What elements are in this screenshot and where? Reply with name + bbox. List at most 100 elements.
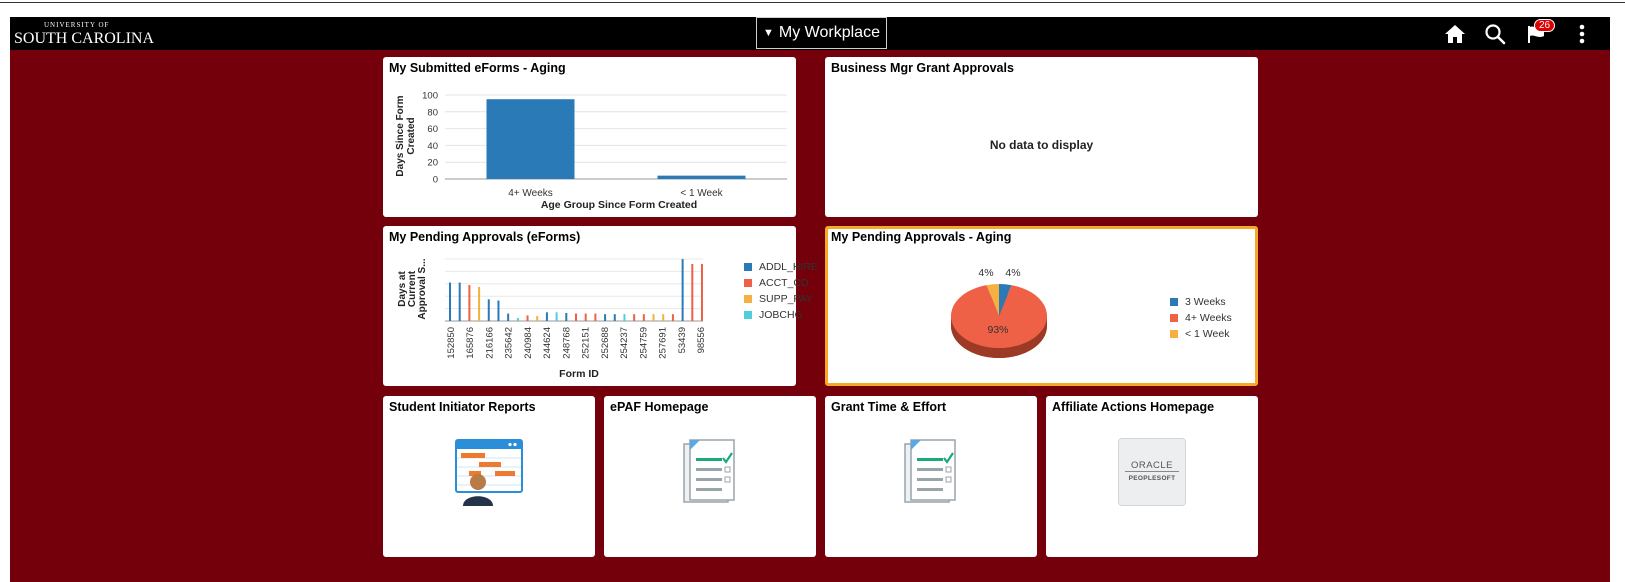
legend-label: < 1 Week [1185,328,1230,340]
tile-title: Grant Time & Effort [831,400,947,414]
bar[interactable] [497,300,500,321]
x-tick-label: 240984 [523,327,534,359]
legend-label: SUPP_PAY [759,293,813,305]
x-tick-label: 254237 [619,327,630,359]
bar[interactable] [526,315,529,321]
x-tick-label: 244624 [542,327,553,359]
y-tick-label: 40 [427,141,438,152]
bar[interactable] [449,282,451,321]
legend-label: 3 Weeks [1185,296,1226,308]
y-tick-label: 80 [427,107,438,118]
tile-title: Student Initiator Reports [389,400,536,414]
y-tick-label: 60 [427,124,438,135]
bar[interactable] [691,263,694,321]
y-tick-label: 0 [433,175,438,186]
search-icon[interactable] [1482,21,1508,47]
workplace-dropdown-button[interactable]: ▼ My Workplace [756,17,887,49]
legend-swatch [744,295,752,303]
y-axis-label-line2: Created [406,117,417,154]
header-bar: UNIVERSITY OF SOUTH CAROLINA ▼ My Workpl… [10,17,1610,50]
checklist-document-icon [903,438,959,511]
bar[interactable] [468,285,471,321]
pie-label-1-week: 4% [978,267,993,279]
legend-item: SUPP_PAY [744,291,818,307]
legend-item: 4+ Weeks [1170,310,1232,326]
page-title: My Workplace [778,24,880,41]
no-data-message: No data to display [989,138,1094,152]
legend-swatch [744,311,752,319]
bar[interactable] [565,312,568,321]
tile-grant-time-effort[interactable]: Grant Time & Effort [825,396,1037,557]
oracle-peoplesoft-logo: ORACLE PEOPLESOFT [1118,438,1186,506]
x-tick-label: 4+ Weeks [508,188,553,199]
x-tick-label: 252151 [581,327,592,359]
x-tick-label: 53439 [677,327,688,353]
home-icon[interactable] [1442,21,1468,47]
legend-swatch [1170,298,1178,306]
oracle-text: ORACLE [1125,460,1179,472]
bar[interactable] [536,316,539,321]
tile-epaf-homepage[interactable]: ePAF Homepage [604,396,816,557]
bar[interactable] [545,312,548,321]
bar[interactable] [604,314,607,321]
bar[interactable] [594,313,597,321]
x-tick-label: 235642 [504,327,515,359]
tile-grid: My Submitted eForms - Aging 0 20 40 60 80 100… [10,50,1610,582]
legend-swatch [744,279,752,287]
x-tick-label: 248768 [561,327,572,359]
peoplesoft-text: PEOPLESOFT [1128,475,1176,482]
checklist-document-icon [682,438,738,511]
bar[interactable] [575,313,577,321]
notification-badge: 26 [1534,19,1556,32]
bar[interactable] [507,313,510,321]
bar[interactable] [657,175,746,179]
legend-item: < 1 Week [1170,326,1232,342]
bar[interactable] [652,314,655,321]
x-axis-label: Age Group Since Form Created [541,199,697,211]
bar[interactable] [516,317,519,321]
legend-swatch [744,263,752,271]
x-tick-label: 252688 [600,327,611,359]
actions-menu-icon[interactable] [1574,21,1590,47]
bar[interactable] [623,314,626,321]
tile-business-mgr-grant-approvals[interactable]: Business Mgr Grant Approvals No data to … [825,57,1258,217]
tile-affiliate-actions-homepage[interactable]: Affiliate Actions Homepage ORACLE PEOPLE… [1046,396,1258,557]
bar[interactable] [642,314,645,321]
x-tick-label: 216166 [484,327,495,359]
bar[interactable] [681,259,684,321]
legend-item: 3 Weeks [1170,294,1232,310]
y-tick-label: 100 [422,91,438,102]
tile-pending-approvals-aging[interactable]: My Pending Approvals - Aging 4% 4% 93% 3… [825,226,1258,386]
legend-label: 4+ Weeks [1185,312,1232,324]
legend-swatch [1170,314,1178,322]
legend-label: ACCT_CD [759,277,809,289]
bar[interactable] [662,314,665,321]
aging-legend: 3 Weeks 4+ Weeks < 1 Week [1170,294,1232,342]
bar[interactable] [555,312,558,321]
bar[interactable] [486,99,575,179]
y-axis-label: Days Since Form [395,95,406,176]
bar[interactable] [487,299,490,321]
tile-title: ePAF Homepage [610,400,709,414]
bar[interactable] [671,314,674,321]
bar[interactable] [478,286,481,321]
pie-label-3-weeks: 4% [1005,267,1020,279]
pie-label-4plus-weeks: 93% [987,324,1008,336]
bar[interactable] [613,314,616,321]
bar[interactable] [701,263,703,321]
logo-big-text: SOUTH CAROLINA [14,30,154,47]
legend-swatch [1170,330,1178,338]
legend-label: JOBCHG [759,309,803,321]
top-border [0,0,1625,3]
bar[interactable] [633,314,636,321]
tile-pending-approvals-eforms[interactable]: My Pending Approvals (eForms) 152850 1658… [383,226,818,386]
tile-submitted-eforms-aging[interactable]: My Submitted eForms - Aging 0 20 40 60 80 100… [383,57,796,217]
tile-student-initiator-reports[interactable]: Student Initiator Reports [383,396,595,557]
bar[interactable] [458,282,461,321]
bar[interactable] [584,313,587,321]
pending-legend: ADDL_HIRE ACCT_CD SUPP_PAY JOBCHG [744,259,818,323]
notification-flag-icon[interactable]: 26 [1522,19,1556,47]
page: UNIVERSITY OF SOUTH CAROLINA ▼ My Workpl… [0,0,1625,582]
submitted-aging-chart: 0 20 40 60 80 100 4+ Weeks < 1 Week Days Since… [395,91,787,211]
x-tick-label: 165876 [465,327,476,359]
